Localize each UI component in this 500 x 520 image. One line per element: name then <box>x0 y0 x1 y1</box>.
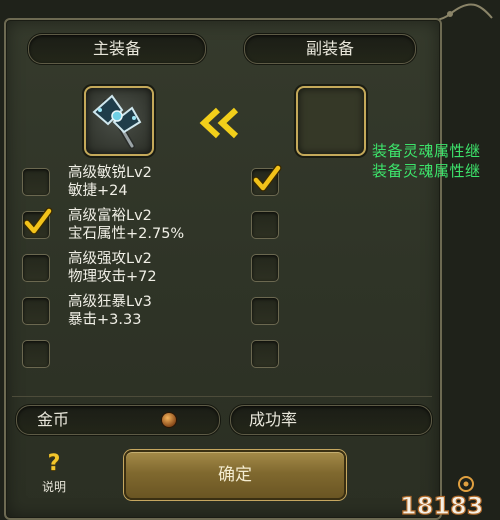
sub-option-checkbox[interactable] <box>251 164 282 196</box>
main-option-checkbox[interactable] <box>22 207 53 239</box>
watermark-text: 18183 <box>400 492 484 520</box>
double-chevron-left-icon <box>199 107 239 139</box>
gold-cost-field: 金币 <box>16 405 220 435</box>
success-rate-label: 成功率 <box>249 410 298 429</box>
main-option-checkbox[interactable] <box>22 254 50 282</box>
tab-main-equipment[interactable]: 主装备 <box>28 34 206 64</box>
soul-attribute-note-1: 装备灵魂属性继 <box>372 142 481 160</box>
success-rate-field: 成功率 <box>230 405 432 435</box>
confirm-button[interactable]: 确定 <box>124 450 346 500</box>
attribute-value: 敏捷+24 <box>68 183 128 199</box>
help-button[interactable]: ? 说明 <box>30 452 78 495</box>
help-label: 说明 <box>41 480 66 494</box>
attribute-option-text: 高级狂暴Lv3 暴击+3.33 <box>68 293 152 329</box>
attribute-option-text: 高级强攻Lv2 物理攻击+72 <box>68 250 157 286</box>
soul-attribute-note-2: 装备灵魂属性继 <box>372 162 481 180</box>
sub-option-checkbox[interactable] <box>251 340 279 368</box>
main-option-checkbox[interactable] <box>22 340 50 368</box>
sub-equipment-slot[interactable] <box>296 86 366 156</box>
divider <box>12 396 432 397</box>
gold-label: 金币 <box>37 410 70 429</box>
attribute-option-text: 高级富裕Lv2 宝石属性+2.75% <box>68 207 184 243</box>
attribute-option-text: 高级敏锐Lv2 敏捷+24 <box>68 164 152 200</box>
attribute-name: 高级狂暴Lv3 <box>68 294 152 310</box>
sub-option-checkbox[interactable] <box>251 211 279 239</box>
main-equipment-slot[interactable] <box>84 86 154 156</box>
sub-option-checkbox[interactable] <box>251 297 279 325</box>
sub-option-checkbox[interactable] <box>251 254 279 282</box>
attribute-value: 暴击+3.33 <box>68 312 142 328</box>
question-mark-icon: ? <box>47 451 61 476</box>
attribute-name: 高级敏锐Lv2 <box>68 165 152 181</box>
watermark-logo: 18183 <box>399 476 484 520</box>
double-axe-icon <box>92 94 142 149</box>
attribute-name: 高级强攻Lv2 <box>68 251 152 267</box>
main-option-checkbox[interactable] <box>22 297 50 325</box>
attribute-name: 高级富裕Lv2 <box>68 208 152 224</box>
tab-sub-equipment[interactable]: 副装备 <box>244 34 416 64</box>
attribute-value: 物理攻击+72 <box>68 269 157 285</box>
coin-icon <box>162 413 176 427</box>
attribute-value: 宝石属性+2.75% <box>68 226 185 242</box>
main-option-checkbox[interactable] <box>22 168 50 196</box>
